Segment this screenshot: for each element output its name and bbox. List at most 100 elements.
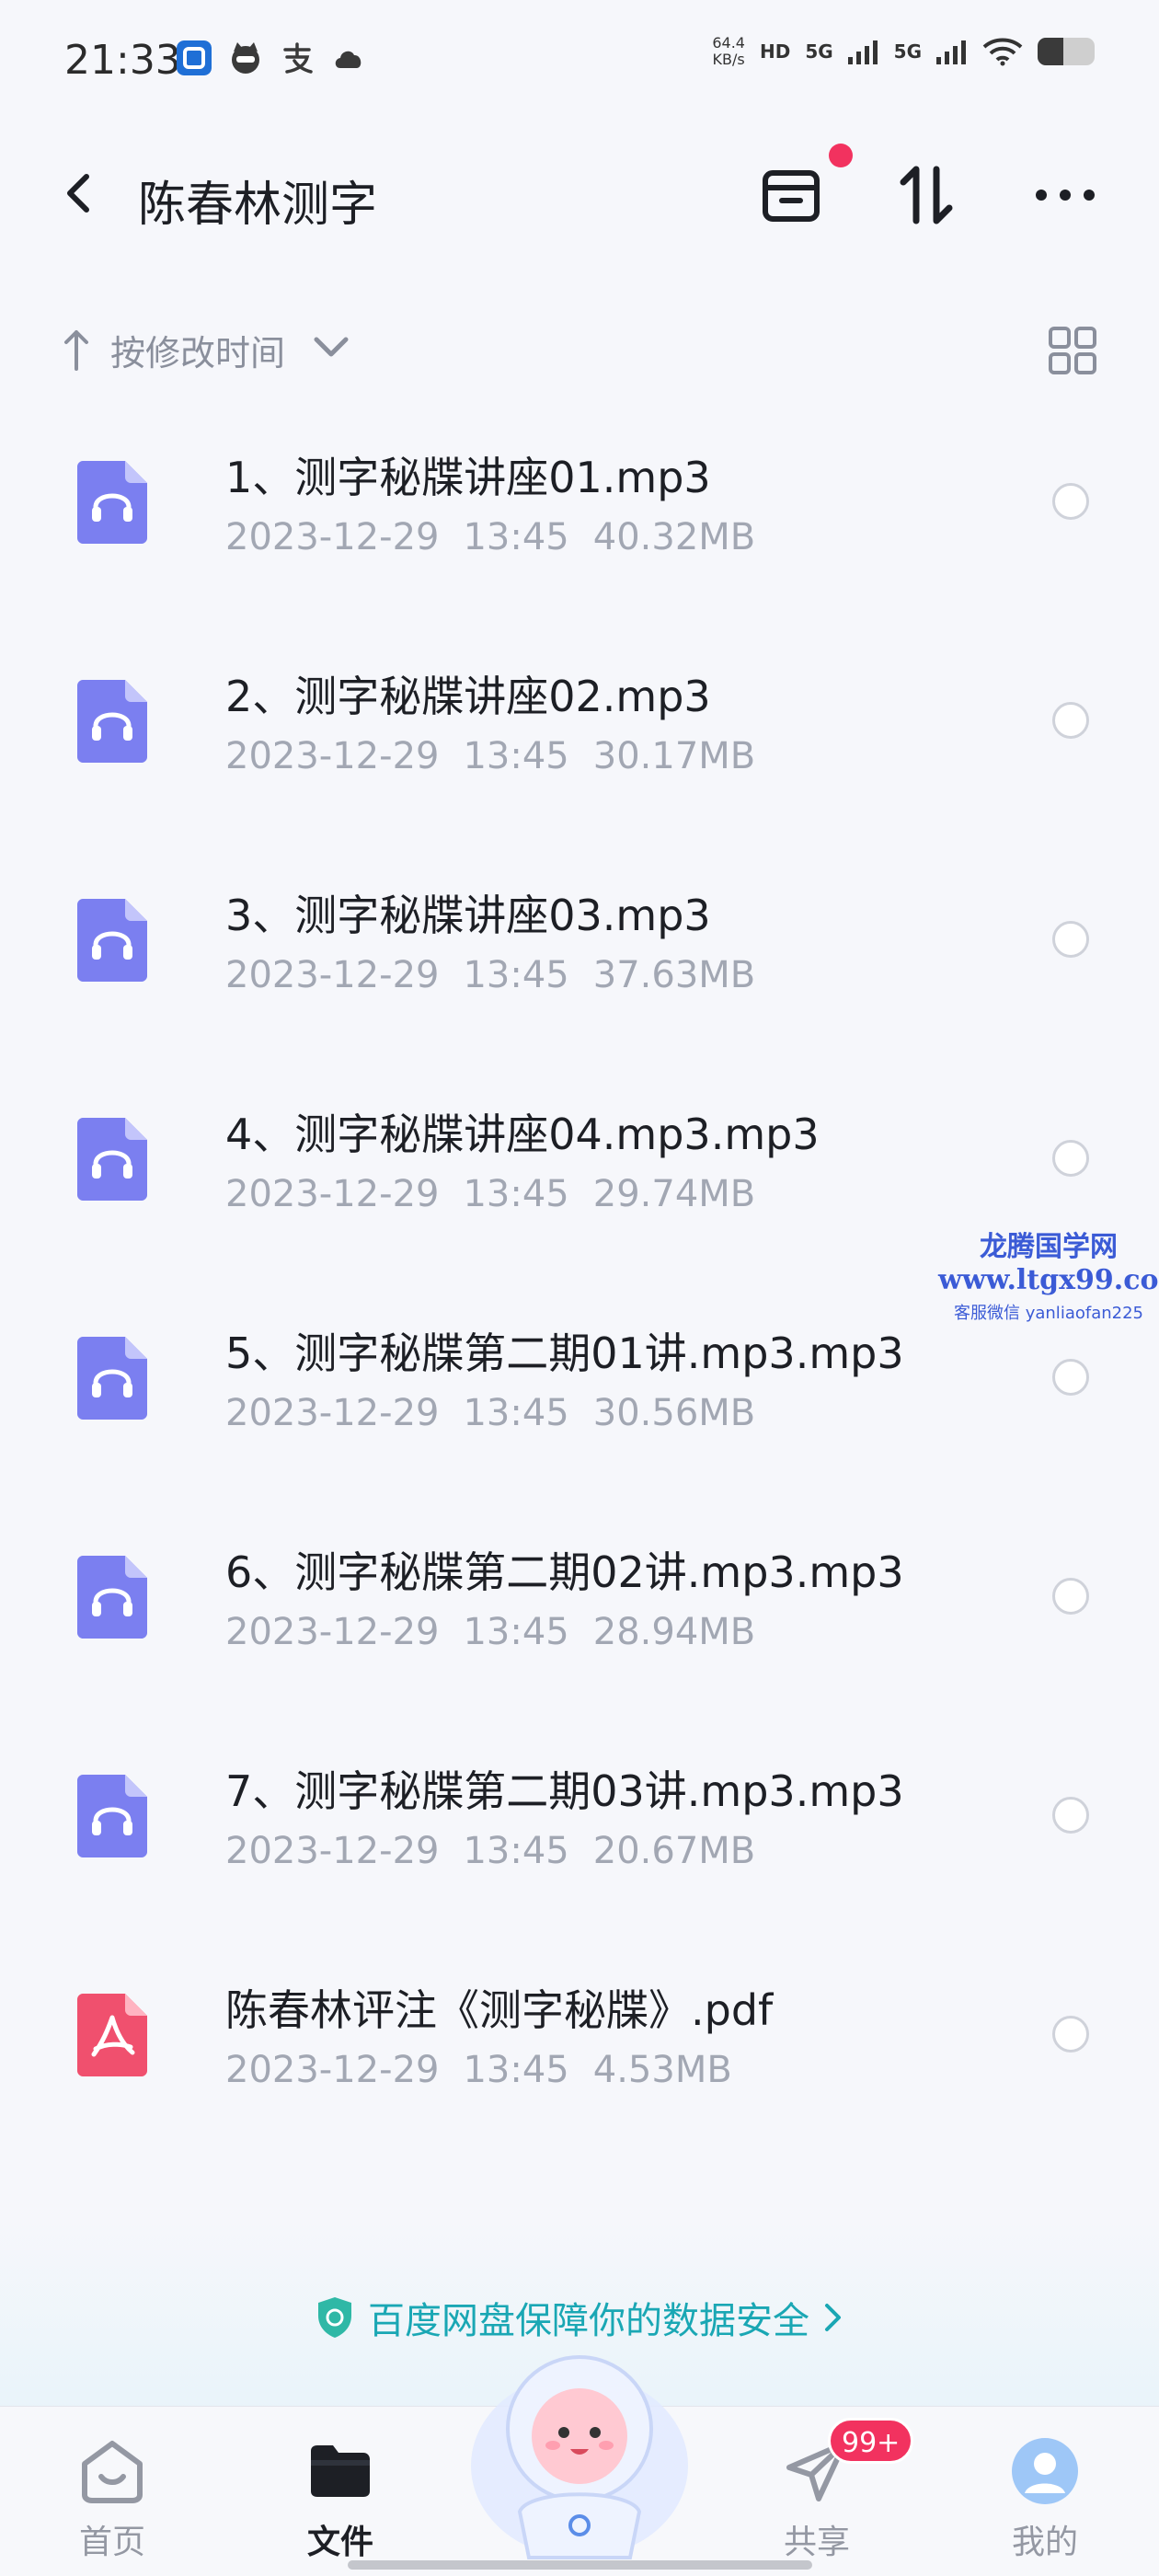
file-size: 30.56MB (592, 1392, 756, 1434)
system-status-icons: 64.4 KB/s HD 5G 5G (712, 35, 1095, 68)
transfer-list-icon[interactable] (754, 158, 828, 232)
select-radio[interactable] (1052, 1578, 1089, 1615)
top-app-bar: 陈春林测字 (0, 138, 1159, 248)
file-time: 13:45 (463, 1173, 569, 1215)
file-meta: 2023-12-29 13:45 37.63MB (225, 954, 755, 996)
file-date: 2023-12-29 (225, 1611, 440, 1653)
file-date: 2023-12-29 (225, 735, 440, 777)
shield-icon (318, 2297, 351, 2338)
chevron-down-icon (314, 337, 349, 357)
audio-file-icon (77, 899, 147, 982)
grid-view-icon[interactable] (1047, 325, 1098, 376)
sort-up-arrow-icon (64, 330, 88, 371)
folder-icon (311, 2445, 370, 2497)
file-time: 13:45 (463, 1392, 569, 1434)
file-size: 29.74MB (592, 1173, 756, 1215)
audio-file-icon (77, 1556, 147, 1639)
avatar-icon (1012, 2438, 1078, 2504)
file-name: 5、测字秘牒第二期01讲.mp3.mp3 (225, 1328, 904, 1378)
select-radio[interactable] (1052, 483, 1089, 520)
network-speed: 64.4 KB/s (712, 34, 745, 68)
outlook-app-icon (177, 40, 212, 75)
file-meta: 2023-12-29 13:45 4.53MB (225, 2049, 732, 2091)
file-date: 2023-12-29 (225, 954, 440, 996)
sort-label[interactable]: 按修改时间 (110, 325, 285, 375)
back-arrow-icon[interactable] (55, 166, 101, 221)
watermark: 龙腾国学网 www.ltgx99.com 客服微信 yanliaofan225 (938, 1231, 1159, 1323)
sort-bar[interactable]: 按修改时间 (0, 317, 1159, 382)
sort-order-icon[interactable] (890, 158, 964, 232)
file-time: 13:45 (463, 954, 569, 996)
file-size: 40.32MB (592, 516, 756, 558)
file-date: 2023-12-29 (225, 1392, 440, 1434)
file-size: 20.67MB (592, 1830, 756, 1872)
mascot-assistant-button[interactable] (465, 2328, 694, 2567)
file-name: 1、测字秘牒讲座01.mp3 (225, 453, 711, 502)
file-date: 2023-12-29 (225, 1830, 440, 1872)
home-indicator[interactable] (348, 2560, 812, 2570)
nav-mine[interactable]: 我的 (962, 2416, 1128, 2572)
nav-home[interactable]: 首页 (29, 2416, 195, 2572)
audio-file-icon (77, 1337, 147, 1420)
nav-files[interactable]: 文件 (258, 2416, 423, 2572)
file-date: 2023-12-29 (225, 2049, 440, 2091)
share-badge: 99+ (828, 2418, 914, 2464)
audio-file-icon (77, 1118, 147, 1201)
notification-dot (829, 144, 853, 167)
file-meta: 2023-12-29 13:45 28.94MB (225, 1611, 755, 1653)
file-meta: 2023-12-29 13:45 40.32MB (225, 516, 755, 558)
file-name: 4、测字秘牒讲座04.mp3.mp3 (225, 1110, 820, 1159)
file-meta: 2023-12-29 13:45 30.17MB (225, 735, 755, 777)
audio-file-icon (77, 461, 147, 544)
file-list-item[interactable]: 6、测字秘牒第二期02讲.mp3.mp3 2023-12-29 13:45 28.9… (0, 1486, 1159, 1705)
file-time: 13:45 (463, 735, 569, 777)
cloud-app-icon (335, 51, 361, 68)
file-size: 30.17MB (592, 735, 756, 777)
audio-file-icon (77, 1775, 147, 1857)
pdf-file-icon (77, 1994, 147, 2076)
cat-app-icon (232, 42, 259, 74)
status-time: 21:33 (64, 37, 181, 84)
file-list-item[interactable]: 3、测字秘牒讲座03.mp3 2023-12-29 13:45 37.63MB (0, 829, 1159, 1048)
battery-level (1038, 38, 1063, 65)
signal-5g-label-1: 5G (805, 40, 833, 63)
file-list-item[interactable]: 1、测字秘牒讲座01.mp3 2023-12-29 13:45 40.32MB (0, 391, 1159, 610)
file-meta: 2023-12-29 13:45 29.74MB (225, 1173, 755, 1215)
audio-file-icon (77, 680, 147, 763)
file-name: 陈春林评注《测字秘牒》.pdf (225, 1985, 774, 2035)
notification-icons (177, 40, 366, 75)
file-size: 4.53MB (592, 2049, 732, 2091)
signal-bars-icon (847, 40, 878, 64)
nav-share[interactable]: 99+ 共享 (734, 2416, 914, 2572)
select-radio[interactable] (1052, 921, 1089, 958)
file-date: 2023-12-29 (225, 516, 440, 558)
select-radio[interactable] (1052, 1359, 1089, 1396)
select-radio[interactable] (1052, 2016, 1089, 2053)
file-meta: 2023-12-29 13:45 20.67MB (225, 1830, 755, 1872)
file-list-item[interactable]: 2、测字秘牒讲座02.mp3 2023-12-29 13:45 30.17MB (0, 610, 1159, 829)
status-bar: 21:33 64.4 KB/s HD 5G 5G (0, 0, 1159, 120)
home-icon (82, 2441, 143, 2503)
file-name: 7、测字秘牒第二期03讲.mp3.mp3 (225, 1766, 904, 1816)
file-meta: 2023-12-29 13:45 30.56MB (225, 1392, 755, 1434)
file-time: 13:45 (463, 1611, 569, 1653)
file-list-item[interactable]: 陈春林评注《测字秘牒》.pdf 2023-12-29 13:45 4.53MB (0, 1924, 1159, 2143)
select-radio[interactable] (1052, 1140, 1089, 1177)
file-list-item[interactable]: 7、测字秘牒第二期03讲.mp3.mp3 2023-12-29 13:45 20.6… (0, 1705, 1159, 1924)
more-options-icon[interactable] (1028, 158, 1102, 232)
select-radio[interactable] (1052, 702, 1089, 739)
wifi-icon (982, 38, 1023, 66)
signal-5g-label-2: 5G (893, 40, 922, 63)
page-title: 陈春林测字 (138, 178, 378, 233)
select-radio[interactable] (1052, 1797, 1089, 1834)
file-size: 37.63MB (592, 954, 756, 996)
file-time: 13:45 (463, 516, 569, 558)
file-time: 13:45 (463, 2049, 569, 2091)
alipay-app-icon (283, 42, 313, 74)
signal-bars-icon (936, 40, 966, 64)
file-name: 2、测字秘牒讲座02.mp3 (225, 672, 711, 721)
file-size: 28.94MB (592, 1611, 756, 1653)
file-name: 3、测字秘牒讲座03.mp3 (225, 891, 711, 940)
file-browser-screen: 21:33 64.4 KB/s HD 5G 5G 陈春林测字 按修改时间 1、测… (0, 0, 1159, 2576)
battery-icon (1038, 38, 1095, 65)
